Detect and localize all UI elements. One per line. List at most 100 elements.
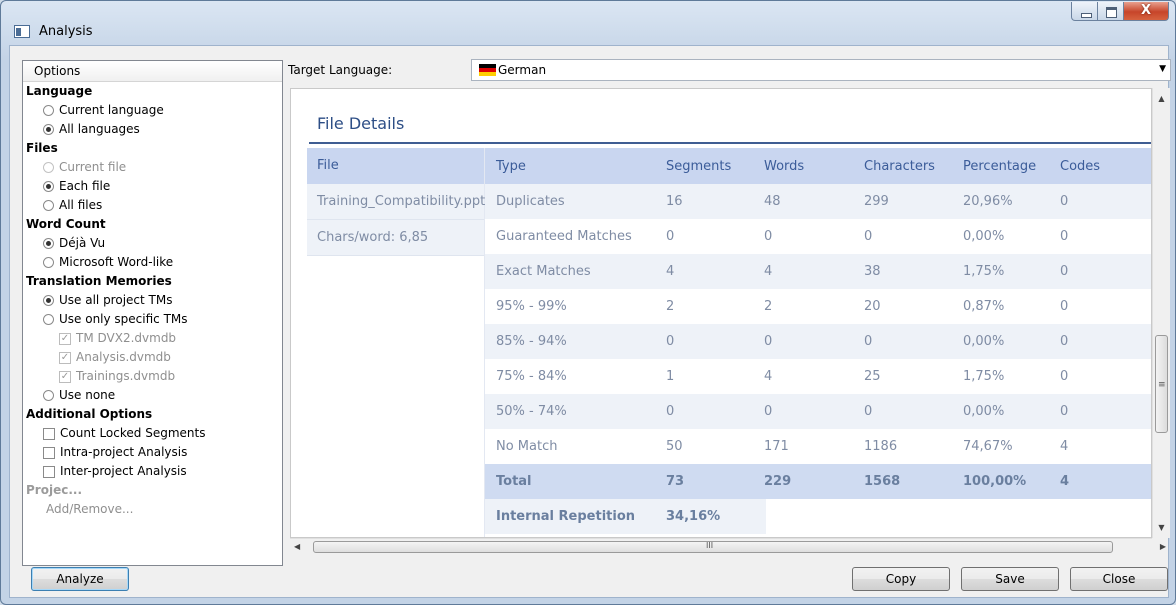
- radio-icon[interactable]: [43, 314, 54, 325]
- table-cell: 38: [864, 264, 881, 279]
- table-header: Type Segments Words Characters Percentage Cod…: [485, 148, 1151, 184]
- option-label: Each file: [59, 179, 111, 193]
- radio-icon[interactable]: [43, 295, 54, 306]
- internal-repetition-value: 34,16%: [666, 509, 721, 524]
- option-label: Count Locked Segments: [60, 426, 206, 440]
- maximize-button[interactable]: [1098, 2, 1124, 21]
- file-column-header: File: [307, 148, 484, 184]
- table-cell: 0,00%: [963, 334, 1005, 349]
- copy-button[interactable]: Copy: [852, 567, 950, 591]
- radio-option[interactable]: Use only specific TMs: [26, 310, 282, 329]
- minimize-button[interactable]: [1071, 2, 1098, 21]
- checkbox-option[interactable]: Count Locked Segments: [26, 424, 282, 443]
- target-language-select[interactable]: German ▼: [471, 59, 1171, 81]
- option-label: Use only specific TMs: [59, 312, 188, 326]
- chevron-down-icon: ▼: [1159, 64, 1166, 74]
- radio-icon[interactable]: [43, 105, 54, 116]
- file-column: File Training_Compatibility.ppt Chars/wo…: [307, 148, 485, 537]
- radio-icon[interactable]: [43, 124, 54, 135]
- table-cell: 0: [864, 404, 873, 419]
- radio-option[interactable]: Microsoft Word-like: [26, 253, 282, 272]
- radio-option[interactable]: All languages: [26, 120, 282, 139]
- vertical-scroll-thumb[interactable]: ≡: [1155, 335, 1168, 433]
- radio-option[interactable]: Each file: [26, 177, 282, 196]
- checkbox-icon: ✓: [59, 370, 71, 383]
- horizontal-scrollbar[interactable]: ◀ III ▶: [290, 538, 1166, 555]
- window-icon: [14, 25, 30, 38]
- vertical-scrollbar[interactable]: ▲ ≡ ▼: [1152, 88, 1170, 538]
- table-cell: 25: [864, 369, 881, 384]
- close-icon: X: [1140, 3, 1152, 18]
- checkbox-icon: ✓: [59, 351, 71, 364]
- scroll-left-icon[interactable]: ◀: [294, 539, 300, 555]
- analyze-button[interactable]: Analyze: [31, 567, 129, 591]
- table-row: No Match 50 171 1186 74,67% 4: [485, 429, 1151, 464]
- options-list: Language Current language All languages Fil…: [23, 82, 282, 519]
- close-window-button[interactable]: X: [1124, 2, 1169, 21]
- total-cell: Total: [496, 474, 532, 489]
- radio-icon[interactable]: [43, 257, 54, 268]
- table-cell: 0: [864, 229, 873, 244]
- table-cell: 75% - 84%: [496, 369, 567, 384]
- table-cell: 0: [1060, 299, 1069, 314]
- option-label: Trainings.dvmdb: [76, 369, 176, 383]
- checkbox-option[interactable]: Inter-project Analysis: [26, 462, 282, 481]
- option-label: All files: [59, 198, 103, 212]
- total-cell: 100,00%: [963, 474, 1027, 489]
- options-section-title: Files: [26, 141, 58, 155]
- checkbox-icon[interactable]: [43, 465, 55, 478]
- table-cell: 95% - 99%: [496, 299, 567, 314]
- radio-option[interactable]: Use all project TMs: [26, 291, 282, 310]
- column-header: Segments: [666, 158, 732, 174]
- table-cell: 20: [864, 299, 881, 314]
- table-cell: 0: [1060, 229, 1069, 244]
- radio-option[interactable]: Current language: [26, 101, 282, 120]
- radio-icon[interactable]: [43, 181, 54, 192]
- radio-icon[interactable]: [43, 238, 54, 249]
- scroll-right-icon[interactable]: ▶: [1160, 539, 1166, 555]
- table-row: 50% - 74% 0 0 0 0,00% 0: [485, 394, 1151, 429]
- table-cell: 0: [1060, 369, 1069, 384]
- german-flag-icon: [479, 64, 496, 76]
- table-row: 75% - 84% 1 4 25 1,75% 0: [485, 359, 1151, 394]
- minimize-icon: [1081, 13, 1092, 18]
- option-label: Current file: [59, 160, 127, 174]
- column-header: Type: [496, 158, 526, 174]
- close-button[interactable]: Close: [1070, 567, 1168, 591]
- option-label: Inter-project Analysis: [60, 464, 187, 478]
- radio-icon[interactable]: [43, 390, 54, 401]
- radio-icon[interactable]: [43, 200, 54, 211]
- radio-option[interactable]: All files: [26, 196, 282, 215]
- save-button[interactable]: Save: [961, 567, 1059, 591]
- table-cell: 0: [764, 404, 773, 419]
- analysis-table: Type Segments Words Characters Percentage Cod…: [485, 148, 1151, 534]
- table-cell: 20,96%: [963, 194, 1013, 209]
- add-remove-link: Add/Remove...: [46, 502, 134, 516]
- table-cell: 0: [1060, 194, 1069, 209]
- table-cell: 171: [764, 439, 789, 454]
- checkbox-icon[interactable]: [43, 446, 55, 459]
- table-cell: Duplicates: [496, 194, 565, 209]
- table-cell: 1,75%: [963, 264, 1005, 279]
- internal-repetition-label: Internal Repetition: [496, 509, 636, 524]
- column-header: Percentage: [963, 158, 1037, 174]
- radio-option[interactable]: Déjà Vu: [26, 234, 282, 253]
- option-label: TM DVX2.dvmdb: [76, 331, 177, 345]
- table-cell: No Match: [496, 439, 558, 454]
- checkbox-icon[interactable]: [43, 427, 55, 440]
- table-row: Exact Matches 4 4 38 1,75% 0: [485, 254, 1151, 289]
- scroll-down-icon[interactable]: ▼: [1153, 519, 1170, 536]
- table-row: Duplicates 16 48 299 20,96% 0: [485, 184, 1151, 219]
- total-cell: 1568: [864, 474, 901, 489]
- grip-icon: III: [706, 541, 714, 550]
- radio-icon: [43, 162, 54, 173]
- radio-option[interactable]: Use none: [26, 386, 282, 405]
- table-cell: 48: [764, 194, 781, 209]
- table-cell: 50: [666, 439, 683, 454]
- options-section-title: Language: [26, 84, 93, 98]
- scroll-up-icon[interactable]: ▲: [1153, 90, 1170, 107]
- table-cell: 4: [666, 264, 675, 279]
- checkbox-option[interactable]: Intra-project Analysis: [26, 443, 282, 462]
- horizontal-scroll-thumb[interactable]: III: [313, 541, 1113, 553]
- title-bar[interactable]: Analysis X: [1, 1, 1175, 45]
